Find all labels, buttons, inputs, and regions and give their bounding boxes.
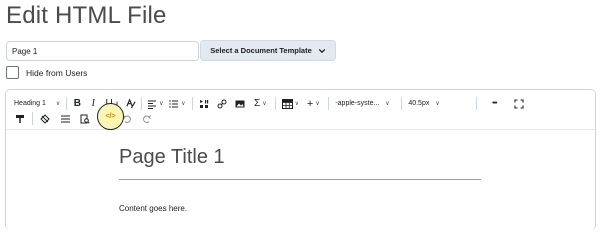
- toolbar-row-2: [6, 111, 157, 126]
- title-input[interactable]: Page 1: [6, 41, 199, 61]
- page-title: Edit HTML File: [6, 2, 167, 29]
- chevron-down-icon: ∨: [315, 101, 320, 107]
- toolbar-separator: [192, 97, 194, 110]
- chevron-down-icon: ∨: [385, 101, 390, 107]
- link-button[interactable]: [213, 97, 231, 111]
- redo-button[interactable]: [137, 112, 157, 126]
- chevron-down-icon: ∨: [262, 101, 267, 107]
- font-size-select[interactable]: 40.5px ∨: [404, 97, 452, 111]
- link-icon: [217, 99, 227, 108]
- toolbar-separator: [401, 97, 403, 110]
- document-title[interactable]: Page Title 1: [119, 146, 225, 169]
- chevron-down-icon: ∨: [181, 101, 186, 107]
- toolbar-separator: [66, 97, 68, 110]
- fullscreen-button[interactable]: [509, 97, 529, 111]
- heading-select[interactable]: Heading 1 ∨: [14, 97, 60, 111]
- table-icon: [281, 98, 293, 109]
- preview-icon: [80, 114, 90, 124]
- insert-stuff-button[interactable]: [195, 97, 213, 111]
- redo-icon: [143, 114, 152, 123]
- format-painter-button[interactable]: [10, 112, 30, 126]
- word-count-icon: [60, 115, 70, 122]
- chevron-down-icon: ∨: [159, 101, 164, 107]
- table-button[interactable]: ∨: [278, 97, 302, 111]
- source-code-highlight[interactable]: </>: [97, 103, 124, 130]
- chevron-down-icon: ∨: [435, 101, 440, 107]
- image-icon: [235, 100, 245, 107]
- insert-button[interactable]: + ∨: [302, 97, 324, 111]
- text-color-icon: [126, 98, 136, 109]
- align-left-icon: [148, 100, 157, 109]
- document-content[interactable]: Content goes here.: [119, 204, 187, 213]
- hide-from-users-label: Hide from Users: [26, 67, 88, 78]
- accessibility-icon: [40, 113, 50, 124]
- select-template-label: Select a Document Template: [210, 46, 312, 55]
- toolbar-separator: [32, 112, 33, 125]
- chevron-down-icon: ∨: [55, 101, 61, 107]
- source-code-icon: </>: [105, 113, 116, 120]
- bold-button[interactable]: B: [69, 97, 85, 111]
- toolbar-separator: [275, 97, 277, 110]
- toolbar-separator: [328, 97, 330, 110]
- html-editor: Heading 1 ∨ B I U∨ ∨ ∨ Σ∨: [5, 89, 596, 230]
- word-count-button[interactable]: [55, 112, 75, 126]
- equation-button[interactable]: Σ ∨: [249, 97, 271, 111]
- preview-button[interactable]: [75, 112, 95, 126]
- image-button[interactable]: [231, 97, 249, 111]
- format-painter-icon: [16, 114, 24, 123]
- text-color-button[interactable]: [123, 97, 137, 111]
- accessibility-checker-button[interactable]: [35, 112, 55, 126]
- toolbar-separator: [141, 97, 143, 110]
- toolbar-divider: [6, 129, 595, 130]
- select-template-button[interactable]: Select a Document Template: [200, 40, 336, 61]
- more-button[interactable]: •••: [479, 97, 509, 111]
- list-icon: [169, 99, 179, 108]
- fullscreen-icon: [514, 98, 524, 109]
- hide-from-users-checkbox[interactable]: [6, 66, 19, 79]
- align-button[interactable]: ∨: [144, 97, 166, 111]
- document-title-rule: [119, 179, 481, 180]
- toolbar-row-1: Heading 1 ∨ B I U∨ ∨ ∨ Σ∨: [6, 96, 529, 111]
- list-button[interactable]: ∨: [166, 97, 188, 111]
- chevron-down-icon: ∨: [294, 101, 300, 107]
- hide-from-users-row[interactable]: Hide from Users: [6, 66, 87, 79]
- chevron-down-icon: [318, 48, 326, 53]
- font-family-select[interactable]: -apple-syste... ∨: [331, 97, 399, 111]
- insert-stuff-icon: [200, 99, 209, 108]
- toolbar-separator: [476, 97, 478, 110]
